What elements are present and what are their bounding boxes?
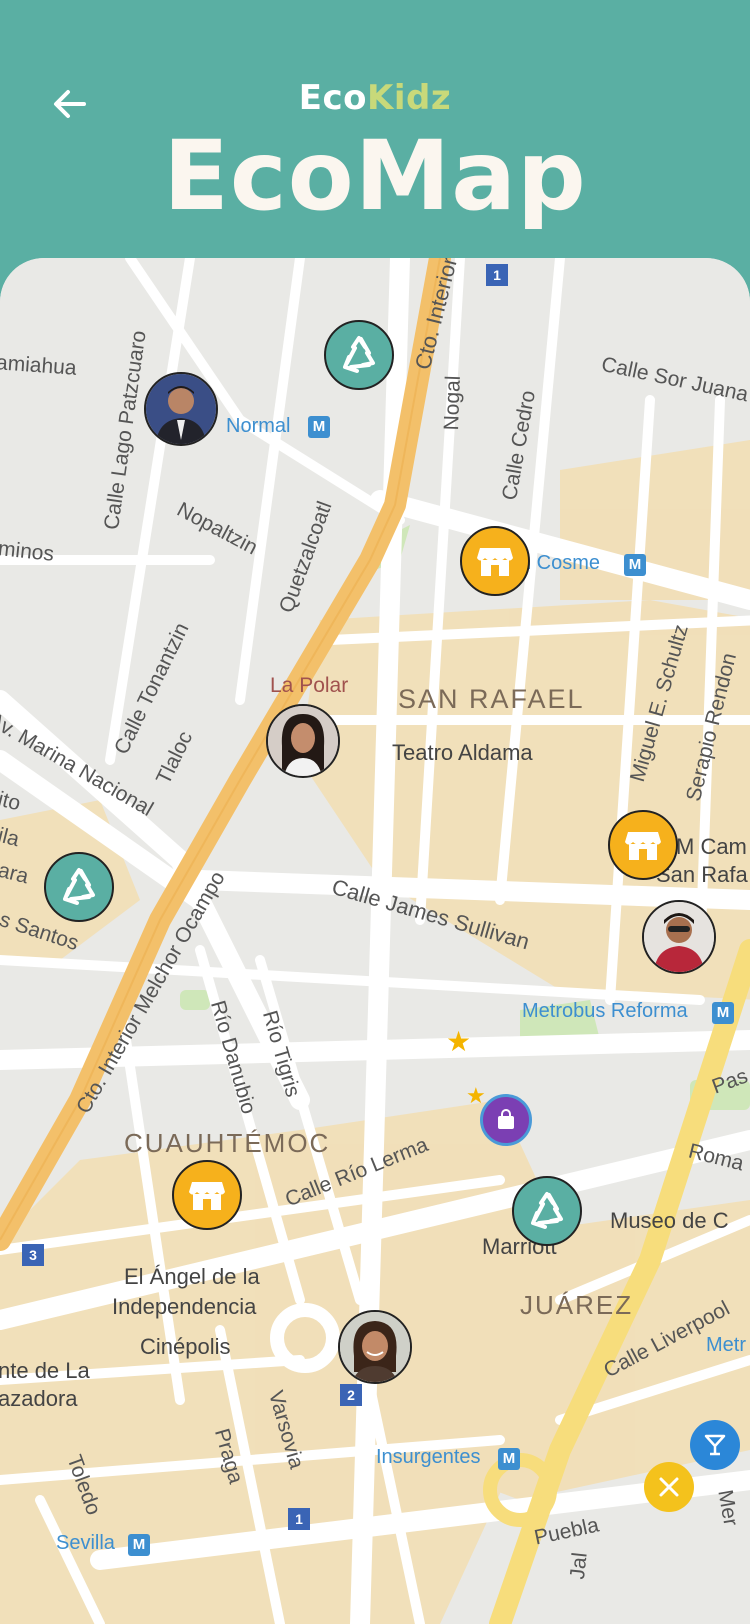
store-icon <box>625 832 661 860</box>
place-label: El Ángel de la <box>124 1264 260 1289</box>
eco-store-pin[interactable] <box>608 810 678 880</box>
metrobus-label: Metrobus Reforma <box>522 1000 688 1022</box>
recycle-point-pin[interactable] <box>44 852 114 922</box>
street-label: Nogal <box>440 375 465 431</box>
page-title: EcoMap <box>163 120 587 232</box>
user-avatar-pin[interactable] <box>338 1310 412 1384</box>
street-label: Jal <box>566 1551 592 1581</box>
metro-icon: M <box>308 416 330 438</box>
eco-store-pin[interactable] <box>172 1160 242 1230</box>
avatar <box>146 374 216 444</box>
user-avatar-pin[interactable] <box>144 372 218 446</box>
place-label: Teatro Aldama <box>392 740 533 765</box>
avatar <box>340 1312 410 1382</box>
route-badge: 1 <box>288 1508 310 1530</box>
route-badge: 3 <box>22 1244 44 1266</box>
recycle-icon <box>531 1192 563 1229</box>
brand-eco: Eco <box>298 78 368 118</box>
restaurant-icon[interactable] <box>644 1462 694 1512</box>
user-avatar-pin[interactable] <box>266 704 340 778</box>
star-icon: ★ <box>466 1084 486 1109</box>
place-label: Independencia <box>112 1294 257 1319</box>
route-badge: 2 <box>340 1384 362 1406</box>
recycle-icon <box>63 868 95 905</box>
store-icon <box>189 1182 225 1210</box>
avatar <box>268 706 338 776</box>
metro-station-label: Insurgentes <box>376 1446 481 1468</box>
street-label: amiahua <box>0 351 78 380</box>
avatar <box>644 902 714 972</box>
metro-icon: M <box>712 1002 734 1024</box>
header: EcoKidz EcoMap <box>0 0 750 262</box>
route-badge: 1 <box>486 264 508 286</box>
place-label: azadora <box>0 1386 78 1411</box>
star-icon: ★ <box>446 1025 472 1058</box>
neighborhood-label: SAN RAFAEL <box>398 684 585 714</box>
user-avatar-pin[interactable] <box>642 900 716 974</box>
place-label: nte de La <box>0 1358 90 1383</box>
bar-icon[interactable] <box>690 1420 740 1470</box>
recycle-point-pin[interactable] <box>512 1176 582 1246</box>
place-label: Cinépolis <box>140 1334 231 1359</box>
recycle-point-pin[interactable] <box>324 320 394 390</box>
place-label: Museo de C <box>610 1208 729 1233</box>
metro-icon: M <box>128 1534 150 1556</box>
neighborhood-label: CUAUHTÉMOC <box>124 1128 331 1158</box>
metro-icon: M <box>498 1448 520 1470</box>
place-label: La Polar <box>270 674 349 697</box>
place-label: M Cam <box>676 834 747 859</box>
metro-station-label: Sevilla <box>56 1532 115 1554</box>
metro-station-label: n Cosme <box>520 552 601 574</box>
eco-store-pin[interactable] <box>460 526 530 596</box>
metro-icon: M <box>624 554 646 576</box>
metro-station-label: Metr <box>706 1334 746 1356</box>
neighborhood-label: JUÁREZ <box>520 1290 634 1320</box>
store-icon <box>477 548 513 576</box>
brand-kidz: Kidz <box>367 78 452 118</box>
recycle-icon <box>343 336 375 373</box>
shopping-icon[interactable] <box>480 1094 532 1146</box>
app-brand: EcoKidz <box>0 78 750 118</box>
metro-station-label: Normal <box>226 415 291 437</box>
map-view[interactable]: amiahua Calle Lago Patzcuaro Normal M Ct… <box>0 258 750 1624</box>
